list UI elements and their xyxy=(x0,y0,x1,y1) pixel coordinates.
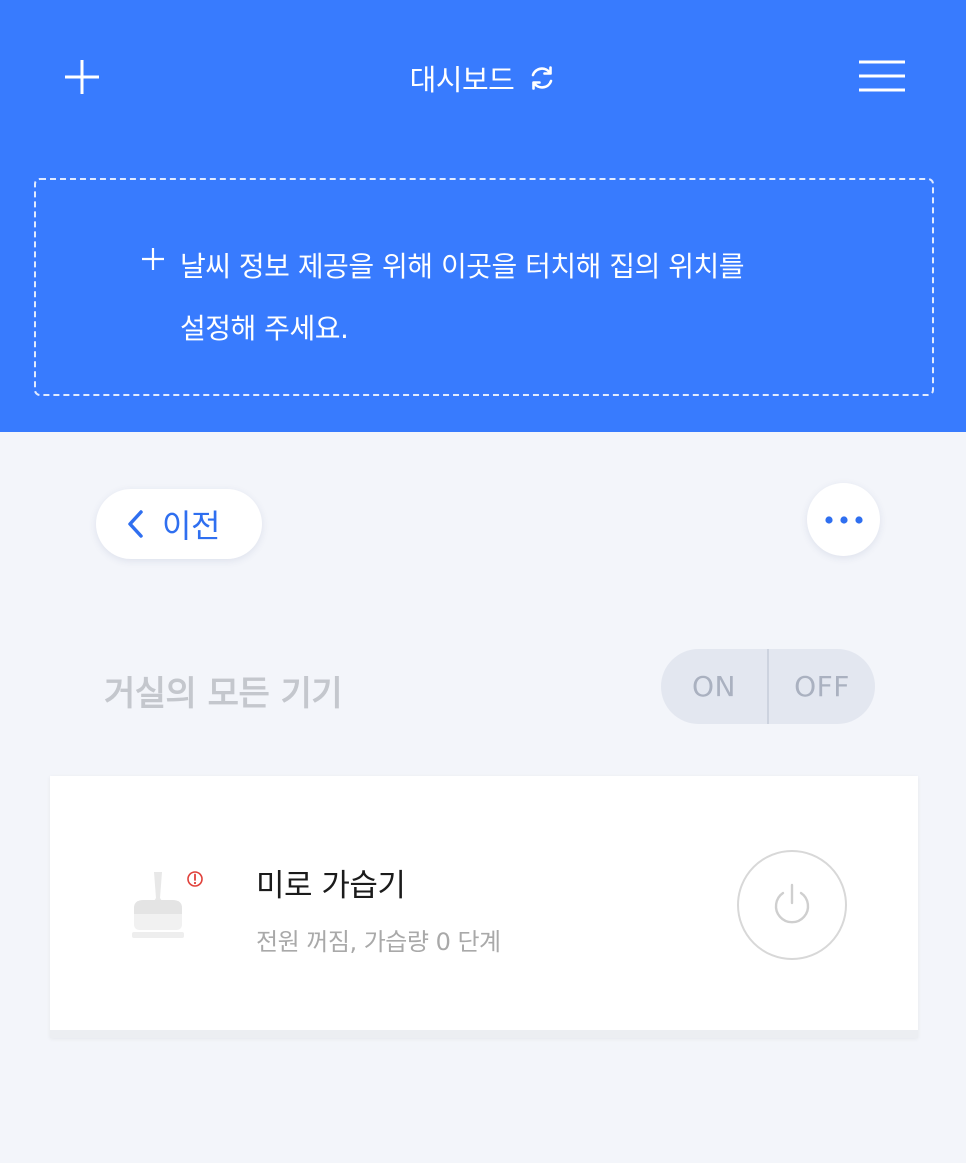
all-on-button[interactable]: ON xyxy=(661,649,767,724)
device-image xyxy=(128,868,188,942)
chevron-left-icon xyxy=(128,510,143,538)
back-button-label: 이전 xyxy=(162,507,220,545)
all-devices-toggle: ON OFF xyxy=(661,649,875,724)
all-off-button[interactable]: OFF xyxy=(769,649,875,724)
weather-prompt-line-2: 설정해 주세요. xyxy=(180,312,349,345)
device-status: 전원 꺼짐, 가습량 0 단계 xyxy=(256,928,501,956)
alert-icon-wrap xyxy=(186,870,204,888)
alert-icon xyxy=(187,871,203,887)
weather-location-prompt[interactable]: 날씨 정보 제공을 위해 이곳을 터치해 집의 위치를 설정해 주세요. xyxy=(34,178,934,396)
device-name: 미로 가습기 xyxy=(256,868,406,904)
hamburger-menu-icon xyxy=(859,60,905,92)
menu-button[interactable] xyxy=(858,58,906,94)
header-title-group: 대시보드 xyxy=(0,56,966,100)
power-icon xyxy=(774,883,810,924)
more-button[interactable] xyxy=(807,483,880,556)
more-horizontal-icon xyxy=(824,515,863,524)
room-title: 거실의 모든 기기 xyxy=(104,674,343,714)
weather-plus-wrap xyxy=(140,246,166,272)
weather-prompt-text: 날씨 정보 제공을 위해 이곳을 터치해 집의 위치를 설정해 주세요. xyxy=(180,236,880,360)
back-button[interactable]: 이전 xyxy=(96,489,262,559)
humidifier-icon xyxy=(132,872,184,938)
refresh-icon[interactable] xyxy=(528,64,556,92)
plus-icon xyxy=(142,248,164,270)
power-button[interactable] xyxy=(737,850,847,960)
device-card[interactable]: 미로 가습기 전원 꺼짐, 가습량 0 단계 xyxy=(50,776,918,1038)
weather-prompt-line-1: 날씨 정보 제공을 위해 이곳을 터치해 집의 위치를 xyxy=(180,250,745,283)
header: 대시보드 날씨 정보 제공을 위해 이곳을 터치해 집의 위치를 설정해 주세요… xyxy=(0,0,966,432)
page-title: 대시보드 xyxy=(409,63,515,97)
